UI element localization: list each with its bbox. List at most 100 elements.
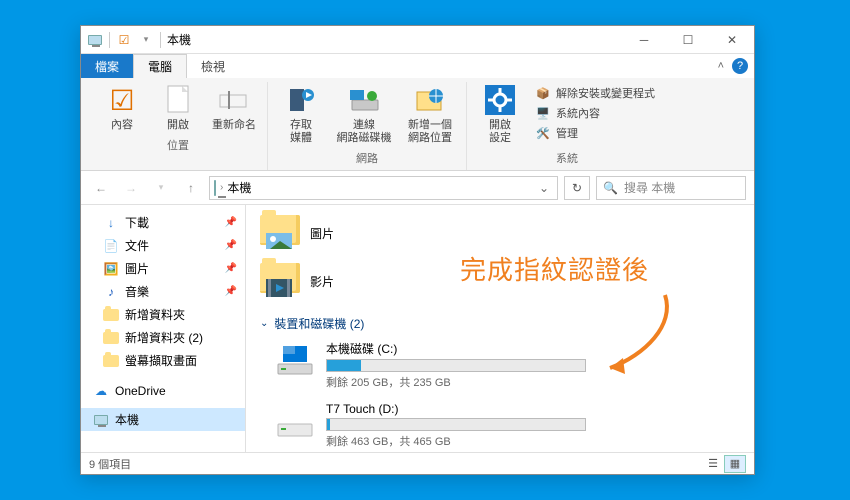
gear-icon — [484, 84, 516, 116]
collapse-ribbon-icon[interactable]: ˄ — [718, 60, 724, 72]
tab-view[interactable]: 檢視 — [187, 54, 239, 78]
address-bar-row: ← → ▾ ↑ › 本機 ⌄ ↻ 🔍 搜尋 本機 — [81, 171, 754, 205]
help-icon[interactable]: ? — [732, 58, 748, 74]
open-settings-button[interactable]: 開啟 設定 — [475, 82, 525, 147]
group-label-network: 網路 — [356, 147, 378, 168]
up-button[interactable]: ↑ — [179, 176, 203, 200]
sidebar-item-folder2[interactable]: 新增資料夾 (2) — [81, 326, 245, 349]
download-icon: ↓ — [103, 215, 119, 231]
ribbon-group-location: ☑ 內容 開啟 重新命名 位置 — [89, 82, 268, 170]
wrench-icon: 🛠️ — [535, 125, 551, 141]
group-label-location: 位置 — [167, 134, 189, 155]
search-icon: 🔍 — [603, 181, 618, 195]
folder-label: 圖片 — [310, 225, 334, 242]
box-icon: 📦 — [535, 85, 551, 101]
folder-label: 影片 — [310, 273, 334, 290]
sidebar-item-music[interactable]: ♪音樂📌 — [81, 280, 245, 303]
pin-icon: 📌 — [225, 263, 237, 274]
tab-file[interactable]: 檔案 — [81, 54, 133, 78]
chevron-right-icon[interactable]: › — [220, 182, 223, 193]
status-bar: 9 個項目 ☰ ▦ — [81, 452, 754, 474]
title-bar: ☑ ▾ 本機 ─ ☐ ✕ — [81, 26, 754, 54]
ribbon-group-system: 開啟 設定 📦解除安裝或變更程式 🖥️系統內容 🛠️管理 系統 — [467, 82, 667, 170]
window-title: 本機 — [167, 31, 191, 48]
system-props-button[interactable]: 🖥️系統內容 — [531, 104, 659, 122]
drive-status: 剩餘 205 GB，共 235 GB — [326, 374, 586, 390]
tiles-view-button[interactable]: ▦ — [724, 455, 746, 473]
close-button[interactable]: ✕ — [710, 26, 754, 54]
rename-button[interactable]: 重新命名 — [209, 82, 259, 134]
drive-status: 剩餘 463 GB，共 465 GB — [326, 433, 586, 449]
sidebar-item-downloads[interactable]: ↓下載📌 — [81, 211, 245, 234]
checkbox-icon: ☑ — [106, 84, 138, 116]
forward-button[interactable]: → — [119, 176, 143, 200]
drive-d[interactable]: T7 Touch (D:) 剩餘 463 GB，共 465 GB — [260, 398, 740, 452]
sidebar-item-documents[interactable]: 📄文件📌 — [81, 234, 245, 257]
properties-button[interactable]: ☑ 內容 — [97, 82, 147, 134]
media-button[interactable]: 存取 媒體 — [276, 82, 326, 147]
sidebar-item-screenshots[interactable]: 螢幕擷取畫面 — [81, 349, 245, 372]
item-count: 9 個項目 — [89, 456, 131, 472]
content-pane: 圖片 影片 ⌄ 裝置和磁碟機 (2) 本機磁碟 (C:) 剩餘 205 GB，共… — [246, 205, 754, 452]
tab-computer[interactable]: 電腦 — [133, 54, 187, 78]
document-icon — [162, 84, 194, 116]
folder-icon — [260, 263, 300, 299]
server-media-icon — [285, 84, 317, 116]
folder-icon — [103, 330, 119, 346]
network-location-icon — [414, 84, 446, 116]
sidebar-item-pictures[interactable]: 🖼️圖片📌 — [81, 257, 245, 280]
ribbon: ☑ 內容 開啟 重新命名 位置 存取 媒體 — [81, 78, 754, 171]
minimize-button[interactable]: ─ — [622, 26, 666, 54]
breadcrumb[interactable]: 本機 — [227, 179, 251, 196]
explorer-window: ☑ ▾ 本機 ─ ☐ ✕ 檔案 電腦 檢視 ˄ ? ☑ 內容 — [80, 25, 755, 475]
navigation-pane: ↓下載📌 📄文件📌 🖼️圖片📌 ♪音樂📌 新增資料夾 新增資料夾 (2) 螢幕擷… — [81, 205, 246, 452]
annotation-text: 完成指紋認證後 — [460, 250, 649, 287]
drives-group-header[interactable]: ⌄ 裝置和磁碟機 (2) — [260, 309, 740, 336]
recent-dropdown[interactable]: ▾ — [149, 176, 173, 200]
folder-icon — [260, 215, 300, 251]
document-icon: 📄 — [103, 238, 119, 254]
drive-c[interactable]: 本機磁碟 (C:) 剩餘 205 GB，共 235 GB — [260, 336, 740, 398]
map-drive-button[interactable]: 連線 網路磁碟機 — [332, 82, 396, 147]
thispc-icon — [214, 181, 216, 195]
maximize-button[interactable]: ☐ — [666, 26, 710, 54]
folder-icon — [103, 307, 119, 323]
qat-dropdown-icon[interactable]: ▾ — [138, 32, 154, 48]
local-disk-icon — [274, 340, 316, 376]
address-bar[interactable]: › 本機 ⌄ — [209, 176, 558, 200]
open-button[interactable]: 開啟 — [153, 82, 203, 134]
rename-icon — [218, 84, 250, 116]
sidebar-item-folder1[interactable]: 新增資料夾 — [81, 303, 245, 326]
sidebar-item-onedrive[interactable]: ☁OneDrive — [81, 380, 245, 402]
manage-button[interactable]: 🛠️管理 — [531, 124, 659, 142]
add-netloc-button[interactable]: 新增一個 網路位置 — [402, 82, 458, 147]
pin-icon: 📌 — [225, 286, 237, 297]
cloud-icon: ☁ — [93, 383, 109, 399]
search-input[interactable]: 🔍 搜尋 本機 — [596, 176, 746, 200]
back-button[interactable]: ← — [89, 176, 113, 200]
external-disk-icon — [274, 402, 316, 438]
search-placeholder: 搜尋 本機 — [624, 179, 675, 196]
ribbon-tabs: 檔案 電腦 檢視 ˄ ? — [81, 54, 754, 78]
capacity-bar — [326, 359, 586, 372]
monitor-icon: 🖥️ — [535, 105, 551, 121]
drive-name: 本機磁碟 (C:) — [326, 340, 586, 357]
address-dropdown-icon[interactable]: ⌄ — [535, 181, 553, 195]
pin-icon: 📌 — [225, 240, 237, 251]
picture-icon: 🖼️ — [103, 261, 119, 277]
drive-name: T7 Touch (D:) — [326, 402, 586, 416]
sidebar-item-thispc[interactable]: 本機 — [81, 408, 245, 431]
pin-icon: 📌 — [225, 217, 237, 228]
network-drive-icon — [348, 84, 380, 116]
thispc-icon — [87, 32, 103, 48]
music-icon: ♪ — [103, 284, 119, 300]
chevron-down-icon: ⌄ — [260, 318, 268, 329]
details-view-button[interactable]: ☰ — [702, 455, 724, 473]
properties-qat-icon[interactable]: ☑ — [116, 32, 132, 48]
refresh-button[interactable]: ↻ — [564, 176, 590, 200]
body: ↓下載📌 📄文件📌 🖼️圖片📌 ♪音樂📌 新增資料夾 新增資料夾 (2) 螢幕擷… — [81, 205, 754, 452]
folder-icon — [103, 353, 119, 369]
uninstall-button[interactable]: 📦解除安裝或變更程式 — [531, 84, 659, 102]
group-label-system: 系統 — [556, 147, 578, 168]
capacity-bar — [326, 418, 586, 431]
